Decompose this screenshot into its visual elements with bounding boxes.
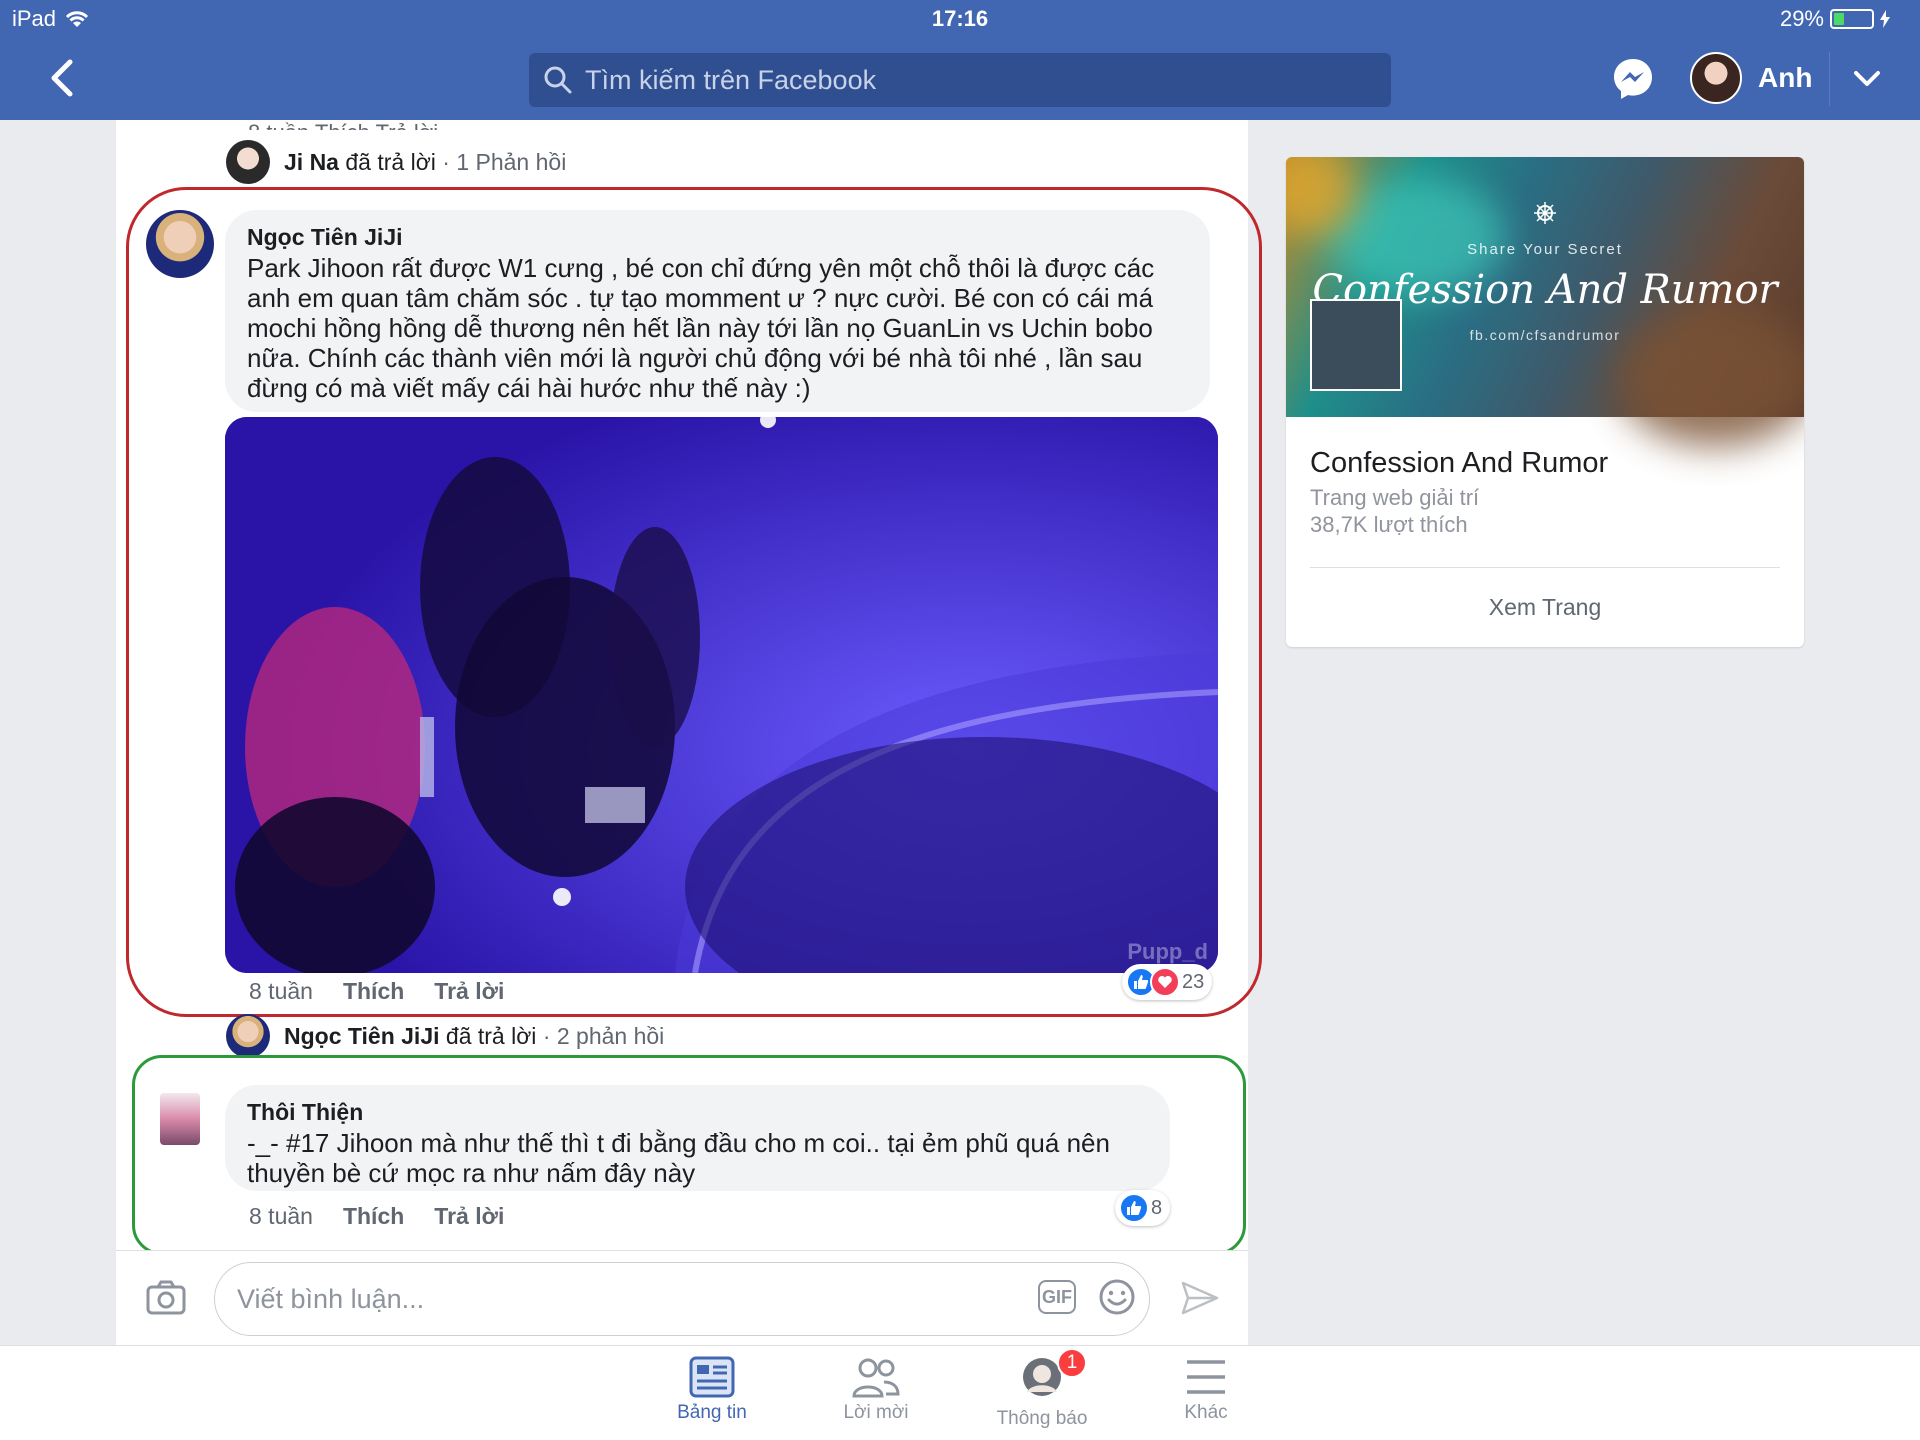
- tab-label: Bảng tin: [677, 1402, 747, 1423]
- nav-divider: [1829, 52, 1830, 106]
- reply-summary[interactable]: Ngọc Tiên JiJi đã trả lời · 2 phản hồi: [226, 1014, 664, 1058]
- search-bar[interactable]: [529, 53, 1391, 107]
- highlight-box-red: [126, 187, 1262, 1017]
- gif-button[interactable]: GIF: [1038, 1280, 1076, 1314]
- top-bar: iPad 17:16 29% Anh: [0, 0, 1920, 120]
- page-likes: 38,7K lượt thích: [1310, 512, 1468, 537]
- cover-tagline: Share Your Secret: [1467, 241, 1623, 258]
- tab-notifications[interactable]: 1 Thông báo: [972, 1348, 1112, 1430]
- divider: [1310, 567, 1780, 568]
- status-time: 17:16: [931, 6, 989, 31]
- charging-icon: [1880, 10, 1890, 28]
- page-profile-picture[interactable]: [1310, 299, 1402, 391]
- avatar: [226, 140, 270, 184]
- tab-label: Lời mời: [843, 1402, 909, 1423]
- reply-summary[interactable]: Ji Na đã trả lời · 1 Phản hồi: [226, 140, 566, 184]
- tab-friend-requests[interactable]: Lời mời: [806, 1356, 946, 1424]
- profile-name: Anh: [1758, 62, 1813, 93]
- notifications-icon-wrap: 1: [1019, 1348, 1087, 1404]
- bottom-tab-bar: [0, 1345, 1920, 1440]
- ship-wheel-icon: [1534, 202, 1556, 224]
- avatar: [1690, 52, 1742, 104]
- partial-comment-actions: 8 tuần Thích Trả lời: [248, 120, 438, 130]
- reply-author: Ji Na: [284, 148, 339, 175]
- page-cover[interactable]: Share Your Secret Confession And Rumor f…: [1286, 157, 1804, 447]
- page-name[interactable]: Confession And Rumor: [1310, 447, 1608, 480]
- camera-icon[interactable]: [146, 1279, 186, 1315]
- status-right: 29%: [1780, 6, 1890, 32]
- emoji-icon[interactable]: [1098, 1278, 1136, 1316]
- search-input[interactable]: [585, 64, 1365, 96]
- tab-label: Thông báo: [996, 1408, 1088, 1429]
- tab-label: Khác: [1184, 1402, 1228, 1423]
- back-arrow-icon[interactable]: [44, 56, 80, 100]
- news-feed-icon: [689, 1356, 735, 1398]
- comment-input[interactable]: [214, 1262, 1150, 1336]
- chevron-down-icon[interactable]: [1850, 64, 1884, 94]
- search-icon: [544, 66, 572, 94]
- messenger-icon[interactable]: [1610, 56, 1656, 102]
- tab-news-feed[interactable]: Bảng tin: [642, 1356, 782, 1424]
- reply-author: Ngọc Tiên JiJi: [284, 1022, 440, 1049]
- avatar: [226, 1014, 270, 1058]
- page-suggestion-card: Share Your Secret Confession And Rumor f…: [1286, 157, 1804, 647]
- battery-icon: [1830, 9, 1874, 29]
- highlight-box-green: [132, 1055, 1246, 1255]
- view-page-button[interactable]: Xem Trang: [1286, 594, 1804, 621]
- page-category: Trang web giải trí: [1310, 485, 1480, 510]
- menu-icon: [1187, 1360, 1225, 1394]
- battery-percent: 29%: [1779, 6, 1824, 31]
- friend-requests-icon: [852, 1358, 900, 1398]
- send-icon[interactable]: [1180, 1280, 1220, 1316]
- profile-button[interactable]: Anh: [1690, 52, 1812, 104]
- reply-verb: đã trả lời: [445, 1022, 537, 1049]
- reply-count: · 2 phản hồi: [542, 1022, 665, 1049]
- reply-verb: đã trả lời: [345, 148, 436, 175]
- tab-more[interactable]: Khác: [1136, 1356, 1276, 1424]
- notification-badge: 1: [1057, 1348, 1087, 1378]
- reply-count: · 1 Phản hồi: [442, 148, 567, 175]
